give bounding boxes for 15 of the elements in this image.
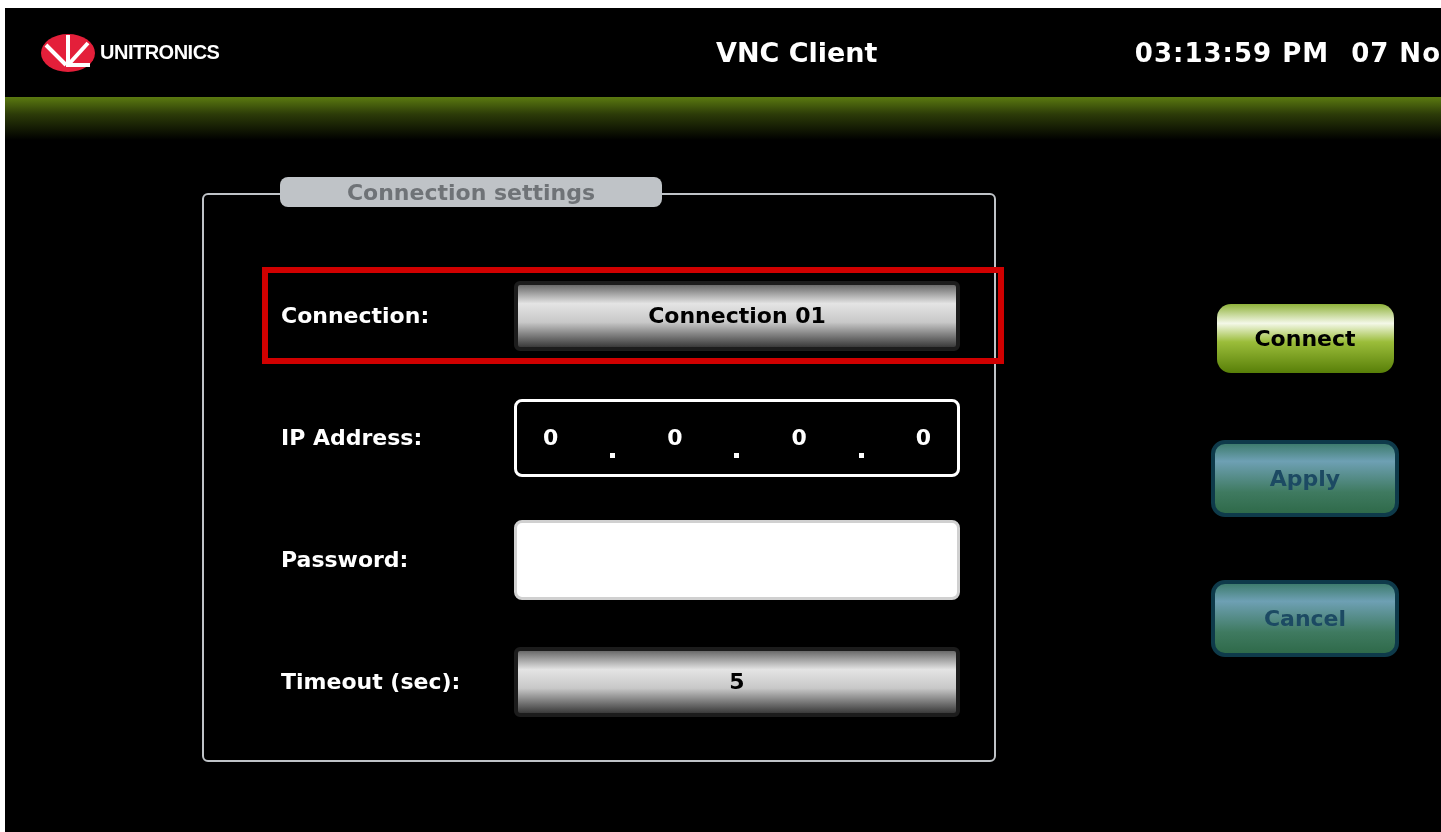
select-field[interactable]: Connection 01 [514, 280, 960, 351]
field-label: Connection: [281, 303, 431, 328]
logo-text: UNITRONICS [100, 41, 220, 64]
ip-address-field[interactable]: 0 0 0 0 [514, 398, 960, 477]
logo-icon [40, 32, 96, 73]
password-field[interactable] [514, 519, 960, 600]
panel-legend: Connection settings [280, 177, 662, 207]
date-text: 07 No [1351, 37, 1441, 68]
field-label: IP Address: [281, 425, 424, 450]
select-field[interactable]: 5 [514, 646, 960, 717]
field-label: Timeout (sec): [281, 669, 462, 694]
time-text: 03:13:59 PM [1134, 37, 1330, 68]
field-label: Password: [281, 547, 410, 572]
action-button[interactable]: Connect [1216, 304, 1394, 373]
screen-title: VNC Client [716, 37, 878, 68]
